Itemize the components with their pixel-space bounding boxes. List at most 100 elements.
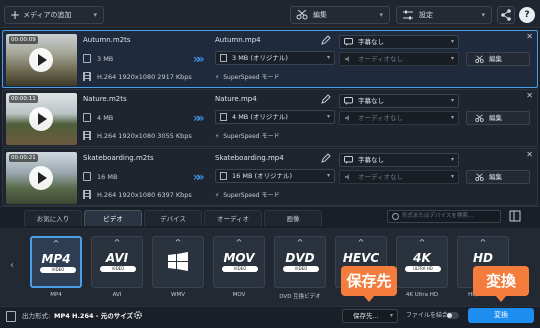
scissors-icon (475, 114, 484, 122)
format-sublogo: VIDEO (283, 266, 319, 272)
duration-label: 00:00:21 (9, 154, 38, 162)
play-icon[interactable] (29, 107, 53, 131)
source-filename: Skateboarding.m2ts (83, 154, 154, 162)
row-edit-label: 編集 (489, 173, 502, 181)
gear-icon[interactable] (133, 310, 143, 320)
format-sublogo: VIDEO (222, 266, 258, 272)
tab-favorites[interactable]: お気に入り (24, 210, 82, 226)
format-sublogo: VIDEO (100, 266, 136, 272)
help-button[interactable]: ? (519, 7, 535, 23)
windows-logo-icon (168, 252, 188, 271)
chevron-up-icon: ^ (52, 239, 60, 248)
chevron-down-icon: ▾ (326, 113, 330, 120)
file-row[interactable]: 00:00:21 Skateboarding.m2ts 16 MB H.264 … (2, 148, 538, 206)
output-size-select[interactable]: 4 MB (オリジナル) ▾ (215, 110, 335, 124)
source-size: 3 MB (97, 55, 114, 63)
save-callout: 保存先 (341, 266, 397, 302)
play-icon[interactable] (29, 48, 53, 72)
chevron-up-icon: ^ (296, 238, 304, 247)
subtitle-select[interactable]: 字幕なし ▾ (339, 153, 459, 167)
tab-images[interactable]: 画像 (264, 210, 322, 226)
lightning-icon: ⚡ (215, 192, 220, 199)
format-label: AVI (112, 292, 122, 298)
output-filename: Autumn.mp4 (215, 36, 261, 44)
output-filename: Nature.mp4 (215, 95, 257, 103)
audio-value: オーディオなし (358, 114, 404, 122)
subtitle-icon (344, 97, 353, 105)
superspeed-text: SuperSpeed モード (223, 133, 280, 140)
close-icon[interactable]: ✕ (526, 91, 533, 101)
close-icon[interactable]: ✕ (526, 150, 533, 160)
format-label: MP4 (50, 292, 62, 298)
edit-button[interactable]: 編集 ▾ (290, 6, 390, 24)
format-avi[interactable]: ^ AVI VIDEO (91, 236, 143, 288)
subtitle-select[interactable]: 字幕なし ▾ (339, 35, 459, 49)
pencil-icon[interactable] (321, 35, 331, 45)
scissors-icon (475, 173, 484, 181)
tab-video[interactable]: ビデオ (84, 210, 142, 226)
format-logo: MOV (223, 251, 255, 265)
format-mov[interactable]: ^ MOV VIDEO (213, 236, 265, 288)
chevron-down-icon: ▾ (93, 11, 97, 19)
format-wmv[interactable]: ^ (152, 236, 204, 288)
video-thumbnail[interactable]: 00:00:09 (6, 34, 77, 86)
format-4k[interactable]: ^ 4K ULTRA HD (396, 236, 448, 288)
subtitle-value: 字幕なし (358, 156, 384, 164)
format-sublogo: VIDEO (40, 267, 76, 273)
output-size-select[interactable]: 3 MB (オリジナル) ▾ (215, 51, 335, 65)
output-size: 4 MB (オリジナル) (232, 113, 288, 121)
audio-select[interactable]: オーディオなし ▾ (339, 52, 459, 66)
chevron-down-icon: ▾ (481, 11, 485, 19)
audio-select[interactable]: オーディオなし ▾ (339, 111, 459, 125)
file-row[interactable]: 00:00:11 Nature.m2ts 4 MB H.264 1920x108… (2, 89, 538, 147)
save-location-select[interactable]: 保存先... ▾ (342, 309, 398, 323)
subtitle-select[interactable]: 字幕なし ▾ (339, 94, 459, 108)
tab-audio[interactable]: オーディオ (204, 210, 262, 226)
tab-devices[interactable]: デバイス (144, 210, 202, 226)
chevron-down-icon: ▾ (450, 173, 454, 180)
source-info: H.264 1920x1080 2917 Kbps (97, 73, 192, 81)
pencil-icon[interactable] (321, 153, 331, 163)
output-format-label: 出力形式: (22, 312, 51, 320)
audio-icon (345, 174, 349, 180)
chevron-left-icon[interactable]: ‹ (10, 260, 14, 271)
search-icon (392, 213, 399, 220)
format-mp4[interactable]: ^ MP4 VIDEO (30, 236, 82, 288)
output-format-value[interactable]: MP4 H.264 - 元のサイズ (54, 310, 133, 322)
output-size-select[interactable]: 16 MB (オリジナル) ▾ (215, 169, 335, 183)
merge-files-toggle[interactable] (446, 312, 459, 319)
close-icon[interactable]: ✕ (526, 32, 533, 42)
format-logo: DVD (285, 251, 315, 265)
file-icon (220, 113, 227, 121)
file-row[interactable]: 00:00:09 Autumn.m2ts 3 MB H.264 1920x108… (2, 30, 538, 88)
add-media-button[interactable]: + メディアの追加 ▾ (4, 6, 104, 24)
share-icon (501, 9, 511, 21)
row-edit-button[interactable]: 編集 (466, 170, 530, 184)
settings-label: 設定 (419, 11, 433, 19)
convert-button[interactable]: 変換 (468, 308, 534, 323)
audio-select[interactable]: オーディオなし ▾ (339, 170, 459, 184)
row-edit-button[interactable]: 編集 (466, 111, 530, 125)
row-edit-label: 編集 (489, 114, 502, 122)
pencil-icon[interactable] (321, 94, 331, 104)
video-thumbnail[interactable]: 00:00:21 (6, 152, 77, 204)
chevron-down-icon: ▾ (326, 54, 330, 61)
share-button[interactable] (497, 6, 515, 24)
row-edit-button[interactable]: 編集 (466, 52, 530, 66)
edit-label: 編集 (313, 11, 327, 19)
scissors-icon (296, 10, 308, 20)
file-icon (83, 172, 91, 181)
format-search-input[interactable]: 形式またはデバイスを検索... (387, 210, 501, 223)
format-dvd[interactable]: ^ DVD VIDEO (274, 236, 326, 288)
panel-menu-icon[interactable] (509, 210, 521, 222)
film-icon (83, 72, 91, 81)
chevron-up-icon: ^ (113, 238, 121, 247)
subtitle-icon (344, 38, 353, 46)
audio-icon (345, 115, 349, 121)
settings-button[interactable]: 設定 ▾ (396, 6, 492, 24)
chevron-up-icon: ^ (235, 238, 243, 247)
row-edit-label: 編集 (489, 55, 502, 63)
play-icon[interactable] (29, 166, 53, 190)
video-thumbnail[interactable]: 00:00:11 (6, 93, 77, 145)
file-icon (83, 113, 91, 122)
